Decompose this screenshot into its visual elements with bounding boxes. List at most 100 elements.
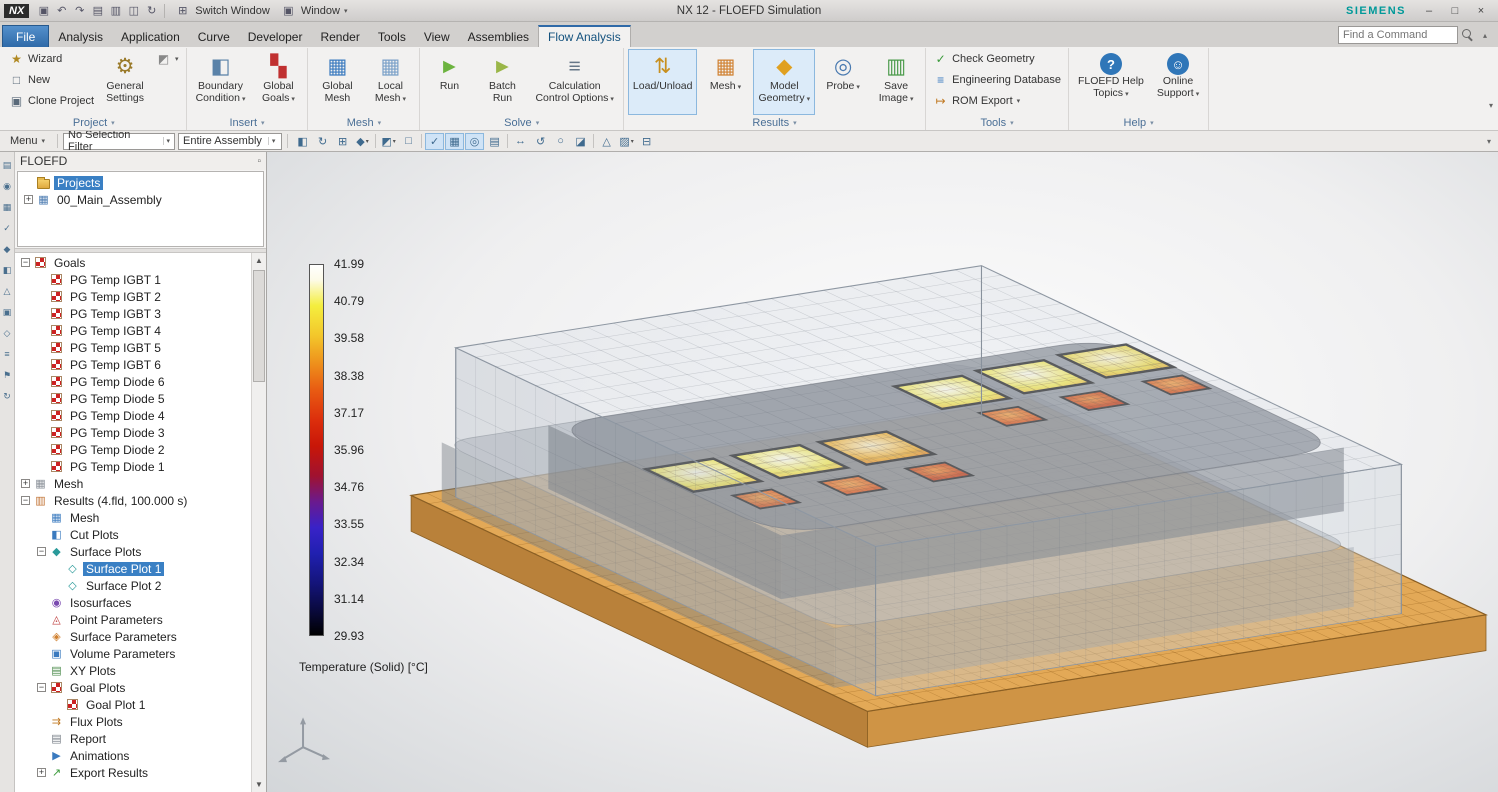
tree-scrollbar[interactable]: ▲ ▼ [251,253,266,792]
tree-node-point-parameters[interactable]: ◬Point Parameters [15,611,251,628]
minus-expander-icon[interactable]: − [21,258,30,267]
calculation-control-options-button[interactable]: ≡CalculationControl Options▾ [530,49,618,115]
maximize-button[interactable]: □ [1442,2,1468,20]
find-command-input[interactable] [1338,26,1458,44]
shaded-view-icon[interactable]: ◩▾ [379,133,398,150]
selection-filter-dropdown[interactable]: No Selection Filter ▾ [63,133,175,150]
selection-scope-dropdown[interactable]: Entire Assembly ▾ [178,133,282,150]
tree-node-pg-temp-igbt-2[interactable]: PG Temp IGBT 2 [15,288,251,305]
scrollbar-thumb[interactable] [253,270,265,382]
tree-node-mesh[interactable]: +▦Mesh [15,475,251,492]
chevron-down-icon[interactable]: ▾ [378,119,382,127]
tab-curve[interactable]: Curve [189,26,239,47]
view-home-icon[interactable]: ◧ [293,133,312,150]
fit-view-icon[interactable]: ⊞ [333,133,352,150]
tree-node-export-results[interactable]: +↗Export Results [15,764,251,781]
tab-view[interactable]: View [415,26,459,47]
orient-view-icon[interactable]: ◆▾ [353,133,372,150]
history-icon[interactable]: ◧ [3,265,12,276]
clone-project-button[interactable]: ▣Clone Project [6,91,97,111]
plus-expander-icon[interactable]: + [21,479,30,488]
measure-icon[interactable]: △ [597,133,616,150]
tab-flow-analysis[interactable]: Flow Analysis [538,25,631,47]
tree-node-volume-parameters[interactable]: ▣Volume Parameters [15,645,251,662]
tab-analysis[interactable]: Analysis [49,26,112,47]
save-icon[interactable]: ▣ [35,2,52,19]
tree-node-surface-plots[interactable]: −◆Surface Plots [15,543,251,560]
tree-node-surface-plot-1[interactable]: ◇Surface Plot 1 [15,560,251,577]
tab-file[interactable]: File [2,25,49,47]
3d-model-view[interactable] [267,152,1498,792]
tab-assemblies[interactable]: Assemblies [459,26,538,47]
minus-expander-icon[interactable]: − [37,683,46,692]
batch-run-button[interactable]: ►BatchRun [477,49,527,115]
zoom-icon[interactable]: ○ [551,133,570,150]
constraint-navigator-icon[interactable]: ◉ [3,181,11,192]
wireframe-view-icon[interactable]: □ [399,133,418,150]
highlight-icon[interactable]: ▦ [445,133,464,150]
part-navigator-icon[interactable]: ▦ [3,202,12,213]
engineering-database-button[interactable]: ≡Engineering Database [930,70,1064,90]
save-image-button[interactable]: ▥SaveImage▾ [871,49,921,115]
local-mesh-button[interactable]: ▦LocalMesh▾ [365,49,415,115]
tab-render[interactable]: Render [311,26,368,47]
tree-node-pg-temp-igbt-4[interactable]: PG Temp IGBT 4 [15,322,251,339]
chevron-down-icon[interactable]: ▾ [536,119,540,127]
tree-node-xy-plots[interactable]: ▤XY Plots [15,662,251,679]
tree-node-pg-temp-diode-5[interactable]: PG Temp Diode 5 [15,390,251,407]
tree-node-surface-plot-2[interactable]: ◇Surface Plot 2 [15,577,251,594]
pan-icon[interactable]: ↔ [511,133,530,150]
minimize-ribbon-icon[interactable]: ▴ [1478,31,1492,40]
check-geometry-button[interactable]: ✓Check Geometry [930,49,1064,69]
window-menu-button[interactable]: ▣ Window ▾ [275,2,353,20]
chevron-down-icon[interactable]: ▾ [261,119,265,127]
minus-expander-icon[interactable]: − [21,496,30,505]
global-goals-button[interactable]: ▚GlobalGoals▾ [253,49,303,115]
tree-node-pg-temp-diode-1[interactable]: PG Temp Diode 1 [15,458,251,475]
tree-node-goal-plot-1[interactable]: Goal Plot 1 [15,696,251,713]
repeat-command-icon[interactable]: ↻ [143,2,160,19]
search-icon[interactable] [1461,28,1475,42]
tab-tools[interactable]: Tools [369,26,415,47]
snap-point-icon[interactable]: ◎ [465,133,484,150]
close-button[interactable]: × [1468,2,1494,20]
tree-node-goal-plots[interactable]: −Goal Plots [15,679,251,696]
tree-node-pg-temp-diode-6[interactable]: PG Temp Diode 6 [15,373,251,390]
select-visible-icon[interactable]: ✓ [425,133,444,150]
tree-node-pg-temp-diode-4[interactable]: PG Temp Diode 4 [15,407,251,424]
general-settings-button[interactable]: ⚙GeneralSettings [100,49,150,115]
run-button[interactable]: ►Run [424,49,474,115]
menu-strip-icon[interactable]: ≡ [4,349,9,360]
tree-node-flux-plots[interactable]: ⇉Flux Plots [15,713,251,730]
wizard-button[interactable]: ★Wizard [6,49,97,69]
ribbon-overflow-icon[interactable]: ▾ [1489,101,1493,110]
tree-node-cut-plots[interactable]: ◧Cut Plots [15,526,251,543]
chevron-down-icon[interactable]: ▾ [1010,119,1014,127]
window-layout-icon[interactable]: ⊟ [637,133,656,150]
redo-icon[interactable]: ↷ [71,2,88,19]
tree-node-projects[interactable]: Projects [18,174,263,191]
tree-node-mesh[interactable]: ▦Mesh [15,509,251,526]
tab-application[interactable]: Application [112,26,189,47]
tab-developer[interactable]: Developer [239,26,312,47]
refresh-icon[interactable]: ↻ [3,391,11,402]
tree-node-report[interactable]: ▤Report [15,730,251,747]
panel-menu-icon[interactable]: ▫ [257,156,261,167]
tree-node-results-4-fld-100-000-s[interactable]: −▥Results (4.fld, 100.000 s) [15,492,251,509]
tree-node-00-main-assembly[interactable]: +▦00_Main_Assembly [18,191,263,208]
menu-button[interactable]: Menu ▾ [3,134,52,148]
tree-node-animations[interactable]: ▶Animations [15,747,251,764]
plus-expander-icon[interactable]: + [24,195,33,204]
switch-window-button[interactable]: ⊞ Switch Window [169,2,275,20]
mesh-button[interactable]: ▦Mesh▾ [700,49,750,115]
graphics-viewport[interactable]: 41.9940.7939.5838.3837.1735.9634.7633.55… [267,152,1498,792]
refresh-view-icon[interactable]: ↻ [313,133,332,150]
minus-expander-icon[interactable]: − [37,547,46,556]
global-mesh-button[interactable]: ▦GlobalMesh [312,49,362,115]
plus-expander-icon[interactable]: + [37,768,46,777]
orientation-triad-icon[interactable] [278,717,330,762]
flags-icon[interactable]: ⚑ [3,370,11,381]
tree-node-pg-temp-igbt-5[interactable]: PG Temp IGBT 5 [15,339,251,356]
tree-node-isosurfaces[interactable]: ◉Isosurfaces [15,594,251,611]
minimize-button[interactable]: – [1416,2,1442,20]
